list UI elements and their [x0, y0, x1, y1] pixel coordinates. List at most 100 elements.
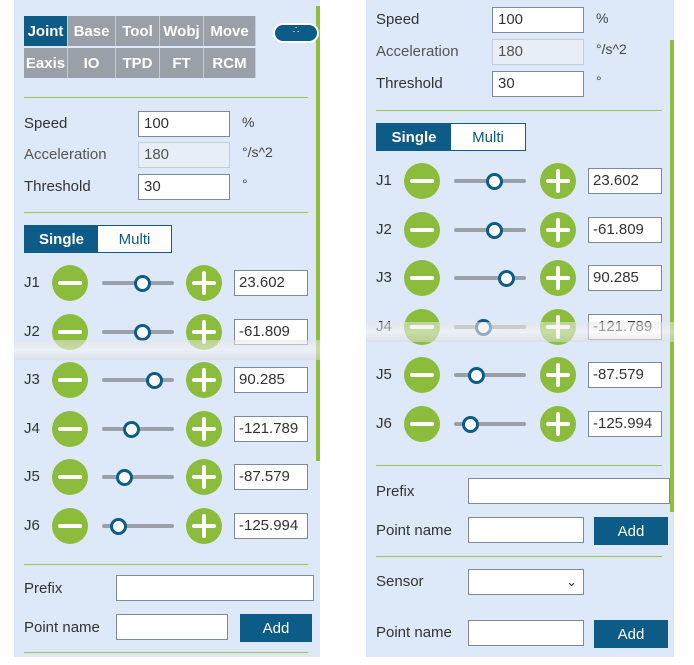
multi-button[interactable]: Multi — [98, 226, 171, 252]
tab-rcm[interactable]: RCM — [204, 48, 256, 78]
joint-slider[interactable] — [454, 276, 526, 280]
decrement-button[interactable] — [52, 362, 88, 398]
decrement-button[interactable] — [404, 211, 440, 248]
left-panel: Joint Base Tool Wobj Move ∴ Eaxis IO TPD… — [14, 0, 320, 657]
plus-icon-vertical — [556, 411, 560, 436]
plus-icon-vertical — [202, 513, 206, 538]
sensor-point-name-input[interactable] — [468, 620, 584, 646]
increment-button[interactable] — [540, 211, 576, 248]
speed-unit: % — [596, 10, 609, 26]
joint-slider[interactable] — [102, 475, 174, 479]
speed-label: Speed — [24, 115, 68, 132]
slider-handle[interactable] — [145, 372, 163, 389]
prefix-input[interactable] — [116, 575, 314, 601]
increment-button[interactable] — [540, 357, 576, 393]
increment-button[interactable] — [186, 362, 222, 398]
add-button[interactable]: Add — [594, 517, 668, 545]
threshold-unit: ° — [596, 73, 602, 89]
single-button[interactable]: Single — [25, 226, 98, 252]
tab-tool[interactable]: Tool — [116, 16, 160, 46]
acceleration-label: Acceleration — [376, 43, 459, 60]
minus-icon — [58, 378, 82, 382]
joint-label: J2 — [24, 322, 40, 340]
slider-handle[interactable] — [115, 469, 133, 486]
tab-ft[interactable]: FT — [160, 48, 204, 78]
joint-value-input[interactable]: -125.994 — [588, 410, 662, 437]
increment-button[interactable] — [540, 163, 576, 199]
joint-value-input[interactable]: -87.579 — [588, 362, 662, 388]
decrement-button[interactable] — [52, 459, 88, 495]
sensor-label: Sensor — [376, 573, 424, 590]
joint-value-input[interactable]: -121.789 — [234, 415, 308, 442]
slider-handle[interactable] — [467, 367, 485, 384]
plus-icon-vertical — [556, 217, 560, 242]
minus-icon — [410, 421, 434, 426]
joint-value-input[interactable]: 23.602 — [588, 168, 662, 194]
joint-value-input[interactable]: -125.994 — [234, 512, 308, 539]
point-name-input[interactable] — [116, 614, 228, 640]
joint-value-input[interactable]: 90.285 — [234, 367, 308, 393]
threshold-input[interactable]: 30 — [138, 174, 230, 200]
point-name-input[interactable] — [468, 517, 584, 543]
decrement-button[interactable] — [404, 163, 440, 199]
speed-input[interactable]: 100 — [138, 111, 230, 137]
tab-base[interactable]: Base — [68, 16, 116, 46]
slider-handle[interactable] — [485, 221, 503, 239]
slider-handle[interactable] — [109, 517, 127, 535]
prefix-input[interactable] — [468, 478, 670, 504]
increment-button[interactable] — [186, 265, 222, 301]
sensor-add-button[interactable]: Add — [594, 620, 668, 648]
point-name-label: Point name — [376, 624, 452, 641]
decrement-button[interactable] — [52, 265, 88, 301]
minus-icon — [58, 281, 82, 285]
increment-button[interactable] — [186, 459, 222, 495]
joint-slider[interactable] — [454, 373, 526, 377]
decrement-button[interactable] — [52, 507, 88, 544]
tab-tpd[interactable]: TPD — [116, 48, 160, 78]
prefix-label: Prefix — [24, 580, 63, 597]
joint-label: J1 — [24, 274, 40, 291]
divider — [24, 652, 308, 653]
tab-eaxis[interactable]: Eaxis — [24, 48, 68, 78]
increment-button[interactable] — [186, 507, 222, 544]
slider-handle[interactable] — [133, 323, 151, 341]
sensor-select[interactable]: ⌄ — [468, 569, 584, 595]
multi-button[interactable]: Multi — [451, 124, 525, 150]
joint-value-input[interactable]: 90.285 — [588, 265, 662, 291]
slider-handle[interactable] — [122, 420, 140, 438]
tab-wobj[interactable]: Wobj — [160, 16, 204, 46]
divider — [376, 110, 662, 111]
single-button[interactable]: Single — [377, 124, 451, 150]
joint-value-input[interactable]: -61.809 — [588, 216, 662, 243]
dots-icon[interactable]: ∴ — [273, 23, 319, 43]
divider — [376, 556, 662, 557]
decrement-button[interactable] — [404, 357, 440, 393]
increment-button[interactable] — [186, 410, 222, 447]
tab-joint[interactable]: Joint — [24, 16, 68, 46]
joint-label: J3 — [24, 371, 40, 388]
tab-move[interactable]: Move — [204, 16, 256, 46]
slider-handle[interactable] — [461, 415, 479, 433]
threshold-input[interactable]: 30 — [492, 71, 584, 97]
decrement-button[interactable] — [52, 410, 88, 447]
scrollbar[interactable] — [670, 40, 674, 512]
joint-value-input[interactable]: -87.579 — [234, 464, 308, 490]
speed-input[interactable]: 100 — [492, 7, 584, 33]
slider-handle[interactable] — [485, 173, 503, 190]
increment-button[interactable] — [540, 260, 576, 296]
slider-handle[interactable] — [133, 275, 151, 292]
increment-button[interactable] — [540, 405, 576, 442]
add-button[interactable]: Add — [240, 614, 312, 642]
joint-label: J3 — [376, 269, 392, 286]
joint-value-input[interactable]: 23.602 — [234, 270, 308, 296]
tab-io[interactable]: IO — [68, 48, 116, 78]
decrement-button[interactable] — [404, 405, 440, 442]
joint-slider[interactable] — [102, 378, 174, 382]
tab-grid: Joint Base Tool Wobj Move ∴ Eaxis IO TPD… — [24, 16, 320, 78]
minus-icon — [58, 475, 82, 479]
joint-label: J6 — [376, 414, 392, 432]
prefix-label: Prefix — [376, 483, 415, 500]
decrement-button[interactable] — [404, 260, 440, 296]
slider-handle[interactable] — [497, 270, 515, 287]
acceleration-label: Acceleration — [24, 146, 107, 163]
